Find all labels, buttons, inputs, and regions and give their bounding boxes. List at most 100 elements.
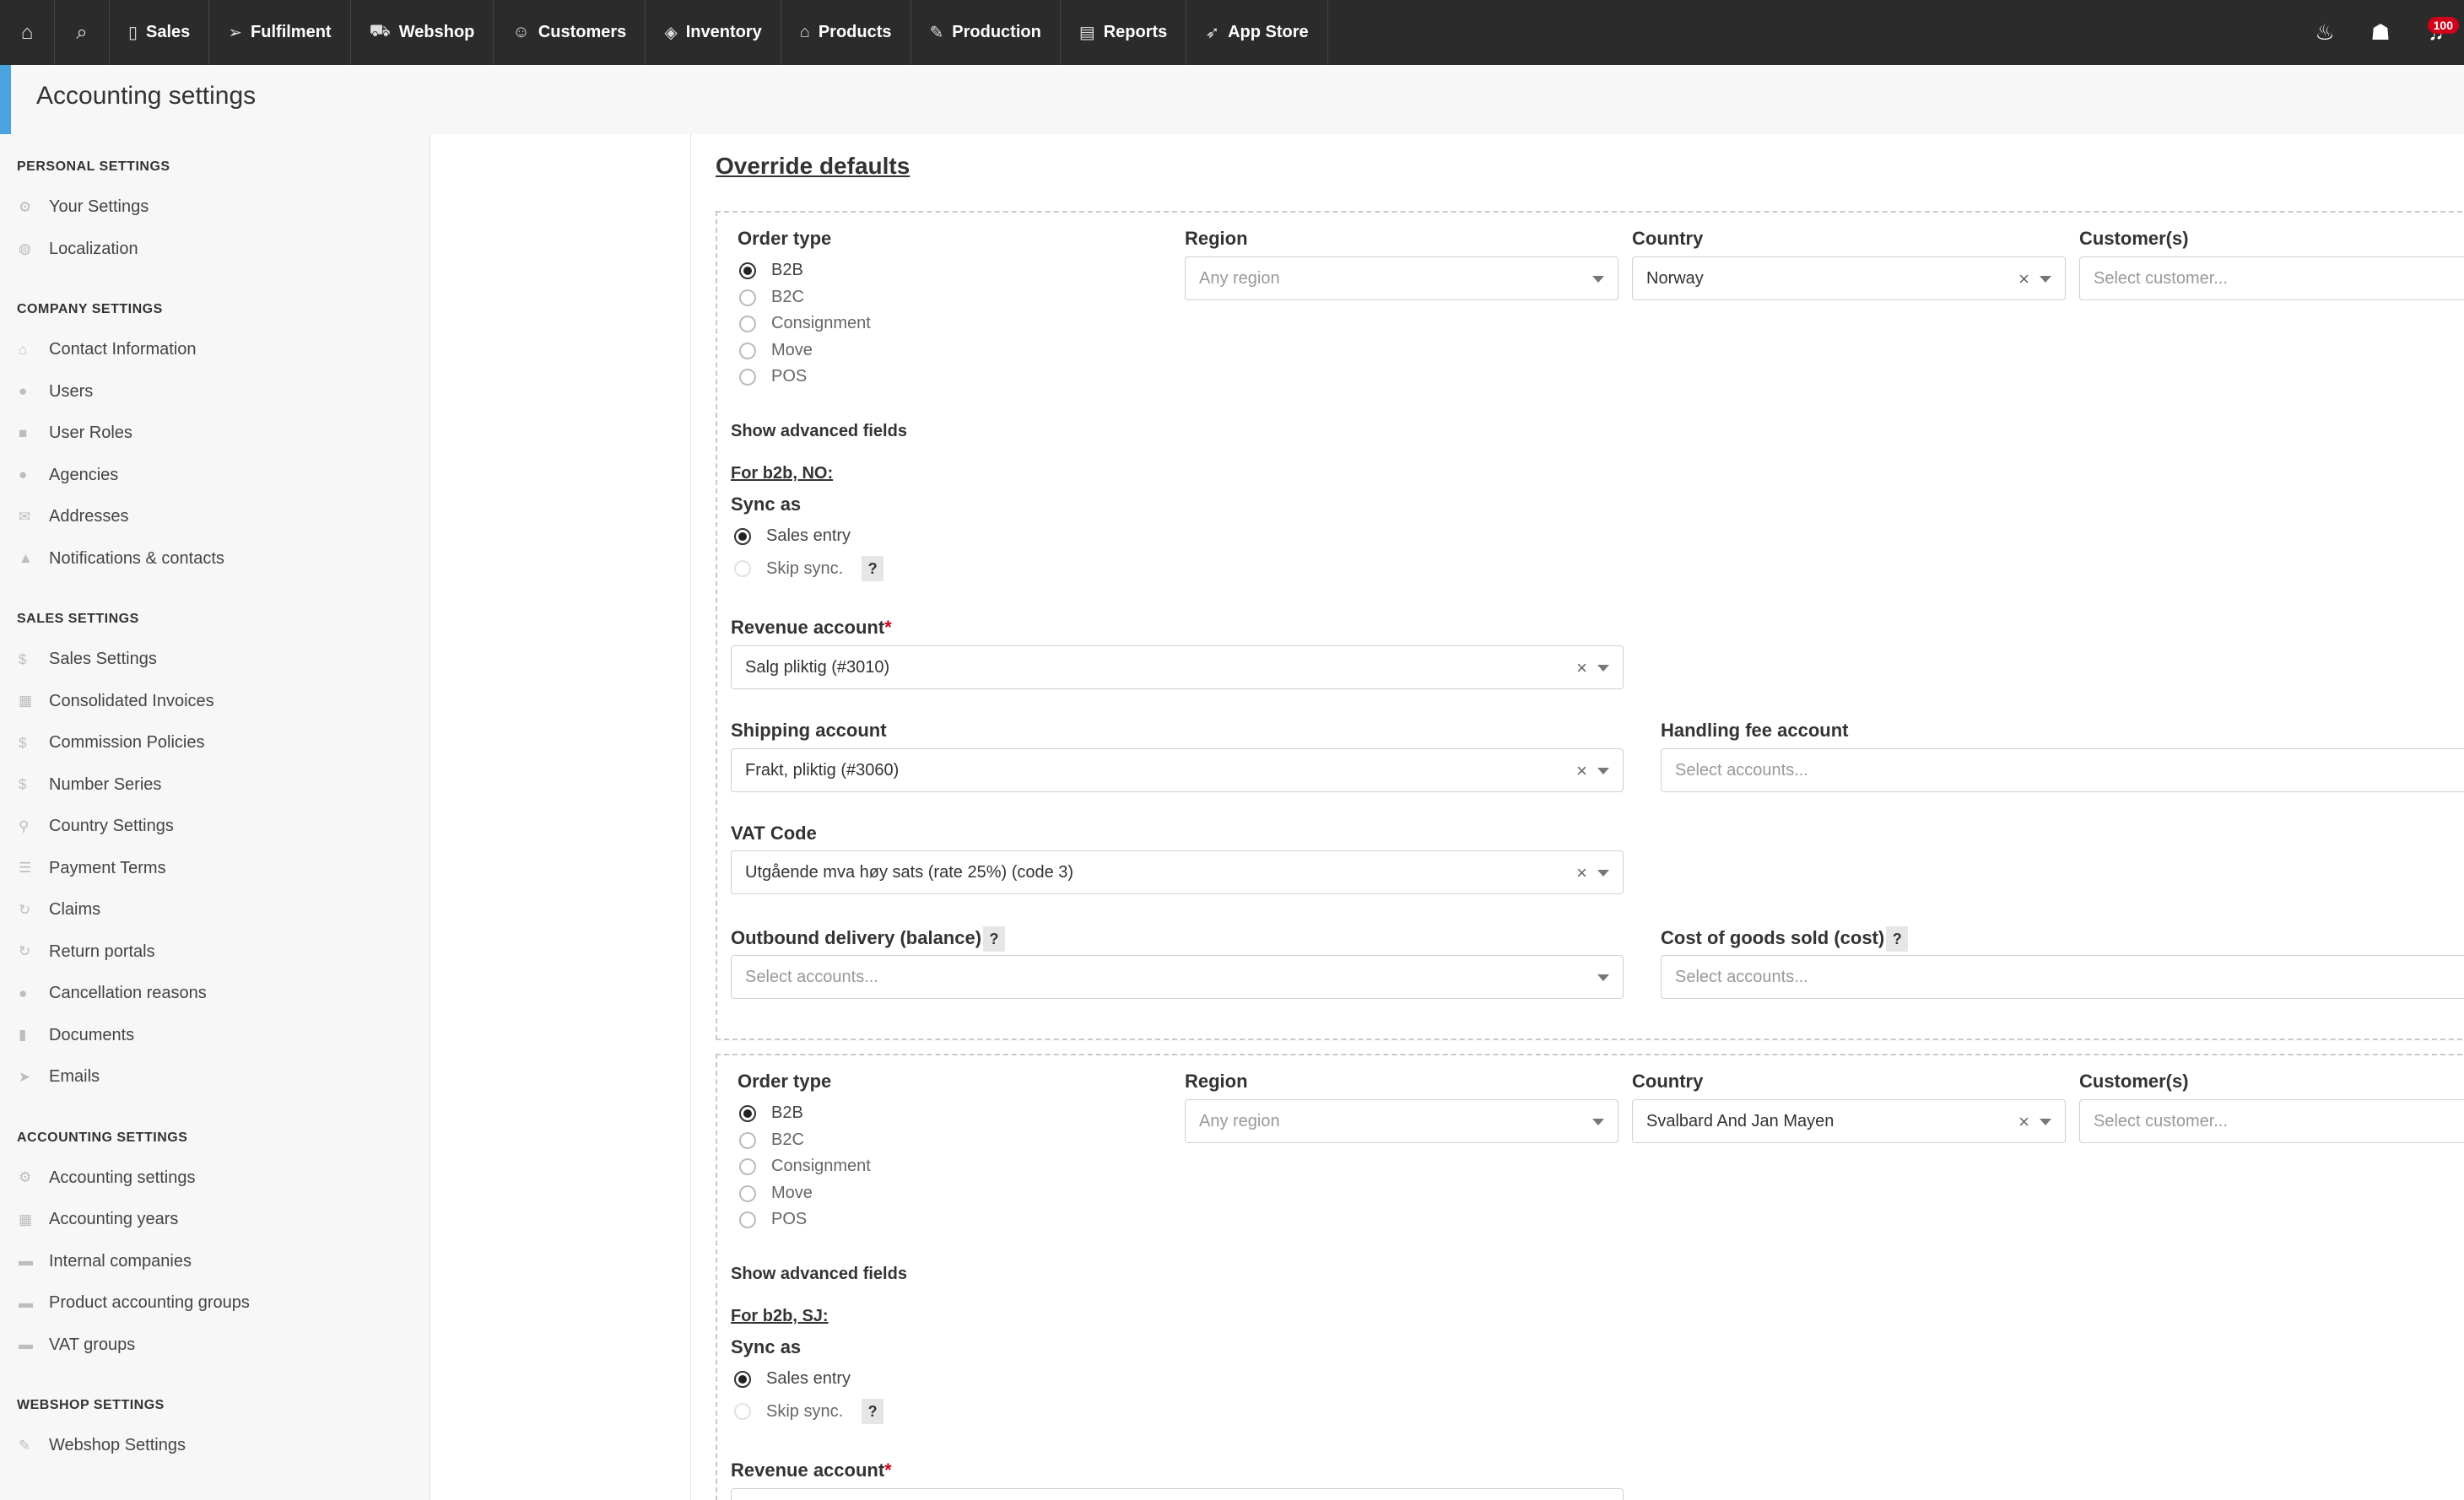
clear-icon[interactable]: × <box>2018 268 2029 290</box>
nav-item-sales[interactable]: ▯ Sales <box>110 0 210 65</box>
order-type-b2b[interactable]: B2B <box>739 1103 803 1123</box>
sidebar-item-return-portals[interactable]: ↻ Return portals <box>0 931 430 974</box>
revenue-account-select[interactable]: Salg pliktig (#3010) × <box>731 645 1624 689</box>
radio-sales-entry[interactable] <box>734 527 751 545</box>
help-icon[interactable]: ? <box>862 1399 884 1424</box>
help-icon[interactable]: ? <box>1886 926 1909 952</box>
nav-item-products[interactable]: ⌂ Products <box>781 0 911 65</box>
radio-pos[interactable] <box>739 1211 756 1228</box>
order-type-b2b[interactable]: B2B <box>739 261 803 280</box>
order-type-pos[interactable]: POS <box>739 1210 807 1229</box>
radio-consignment[interactable] <box>739 315 756 332</box>
radio-skip-sync[interactable] <box>734 560 751 577</box>
outbound-delivery-select[interactable]: Select accounts... <box>731 955 1624 999</box>
nav-item-production[interactable]: ✎ Production <box>911 0 1061 65</box>
report-icon: ▤ <box>1078 24 1095 42</box>
handling-fee-account-select[interactable]: Select accounts... <box>1661 748 2464 792</box>
sidebar-item-localization[interactable]: ◍ Localization <box>0 229 430 271</box>
radio-move[interactable] <box>739 342 756 359</box>
clear-icon[interactable]: × <box>2018 1111 2029 1133</box>
users-icon: ☺ <box>512 23 530 41</box>
sync-skip[interactable]: Skip sync.? <box>734 556 884 581</box>
sidebar-item-sales-settings[interactable]: $ Sales Settings <box>0 639 430 681</box>
sidebar-item-accounting-settings[interactable]: ⚙ Accounting settings <box>0 1157 430 1200</box>
sidebar-item-internal-companies[interactable]: ▬ Internal companies <box>0 1241 430 1283</box>
nav-item-webshop[interactable]: ⛟ Webshop <box>351 0 494 65</box>
flame-icon[interactable]: ♨ <box>2297 0 2353 65</box>
clear-icon[interactable]: × <box>1576 760 1587 782</box>
sidebar-item-payment-terms[interactable]: ☰ Payment Terms <box>0 848 430 890</box>
sidebar-item-notifications-contacts[interactable]: ▲ Notifications & contacts <box>0 538 430 580</box>
sidebar-item-addresses[interactable]: ✉ Addresses <box>0 496 430 538</box>
sidebar-item-contact-information[interactable]: ⌂ Contact Information <box>0 329 430 371</box>
show-advanced-fields-link[interactable]: Show advanced fields <box>731 1265 907 1284</box>
sidebar-item-webshop-settings[interactable]: ✎ Webshop Settings <box>0 1425 430 1467</box>
order-type-move[interactable]: Move <box>739 341 813 360</box>
shipping-account-select[interactable]: Frakt, pliktig (#3060) × <box>731 748 1624 792</box>
region-select[interactable]: Any region <box>1185 1099 1618 1143</box>
radio-b2b[interactable] <box>739 262 756 279</box>
clear-icon[interactable]: × <box>1576 862 1587 884</box>
help-icon[interactable]: ? <box>983 926 1006 952</box>
sidebar-item-documents[interactable]: ▮ Documents <box>0 1015 430 1057</box>
customer-select[interactable]: Select customer... <box>2079 1099 2464 1143</box>
nav-item-inventory[interactable]: ◈ Inventory <box>646 0 781 65</box>
order-type-move[interactable]: Move <box>739 1184 813 1203</box>
notifications-bell[interactable]: ♫ 100 <box>2408 0 2464 65</box>
sync-sales-entry[interactable]: Sales entry <box>734 1369 851 1389</box>
show-advanced-fields-link[interactable]: Show advanced fields <box>731 422 907 441</box>
clear-icon[interactable]: × <box>1576 657 1587 679</box>
sidebar-item-country-settings[interactable]: ⚲ Country Settings <box>0 806 430 848</box>
radio-pos[interactable] <box>739 368 756 386</box>
sidebar-item-agencies[interactable]: ● Agencies <box>0 455 430 497</box>
order-type-b2c[interactable]: B2C <box>739 288 804 307</box>
sync-skip[interactable]: Skip sync.? <box>734 1399 884 1424</box>
sidebar-item-consolidated-invoices[interactable]: ▦ Consolidated Invoices <box>0 681 430 723</box>
sync-sales-entry[interactable]: Sales entry <box>734 526 851 546</box>
vat-code-select[interactable]: Utgående mva høy sats (rate 25%) (code 3… <box>731 850 1624 894</box>
nav-item-app-store[interactable]: ➶ App Store <box>1186 0 1328 65</box>
radio-skip-sync[interactable] <box>734 1403 751 1420</box>
order-type-consignment[interactable]: Consignment <box>739 314 871 333</box>
radio-b2c[interactable] <box>739 289 756 306</box>
region-select[interactable]: Any region <box>1185 256 1618 300</box>
sidebar-item-claims[interactable]: ↻ Claims <box>0 889 430 931</box>
nav-item-fulfilment[interactable]: ➢ Fulfilment <box>209 0 351 65</box>
sidebar-item-product-accounting-groups[interactable]: ▬ Product accounting groups <box>0 1282 430 1325</box>
chevron-down-icon <box>2040 1119 2051 1125</box>
order-type-pos[interactable]: POS <box>739 367 807 386</box>
radio-move[interactable] <box>739 1184 756 1202</box>
country-select[interactable]: Svalbard And Jan Mayen × <box>1632 1099 2066 1143</box>
sidebar-item-cancellation-reasons[interactable]: ● Cancellation reasons <box>0 973 430 1015</box>
nav-item-customers[interactable]: ☺ Customers <box>494 0 646 65</box>
calendar-icon: ▦ <box>19 1211 33 1228</box>
help-icon[interactable]: ? <box>862 556 884 581</box>
robot-icon[interactable]: ☗ <box>2353 0 2408 65</box>
radio-consignment[interactable] <box>739 1157 756 1175</box>
globe-icon: ◍ <box>19 240 31 257</box>
revenue-account-select[interactable] <box>731 1488 1624 1500</box>
order-type-consignment[interactable]: Consignment <box>739 1157 871 1176</box>
home-icon[interactable]: ⌂ <box>0 0 55 65</box>
cogs-select[interactable]: Select accounts... <box>1661 955 2464 999</box>
sidebar-item-commission-policies[interactable]: $ Commission Policies <box>0 722 430 764</box>
user-icon: ● <box>19 383 28 400</box>
radio-b2b[interactable] <box>739 1104 756 1122</box>
sidebar-item-accounting-years[interactable]: ▦ Accounting years <box>0 1199 430 1241</box>
sidebar-item-number-series[interactable]: $ Number Series <box>0 764 430 807</box>
order-type-b2c[interactable]: B2C <box>739 1130 804 1150</box>
search-icon[interactable]: ⌕ <box>55 0 110 65</box>
sidebar-item-vat-groups[interactable]: ▬ VAT groups <box>0 1325 430 1367</box>
customer-select[interactable]: Select customer... <box>2079 256 2464 300</box>
sidebar-item-emails[interactable]: ➤ Emails <box>0 1056 430 1098</box>
radio-sales-entry[interactable] <box>734 1370 751 1388</box>
nav-item-reports[interactable]: ▤ Reports <box>1061 0 1187 65</box>
sidebar-item-user-roles[interactable]: ■ User Roles <box>0 413 430 455</box>
country-select[interactable]: Norway × <box>1632 256 2066 300</box>
radio-b2c[interactable] <box>739 1131 756 1149</box>
home-icon: ⌂ <box>19 341 28 358</box>
layers-icon: ◈ <box>664 24 678 42</box>
document-icon: ▮ <box>19 1027 27 1044</box>
sidebar-item-users[interactable]: ● Users <box>0 371 430 413</box>
sidebar-item-your-settings[interactable]: ⚙ Your Settings <box>0 186 430 229</box>
